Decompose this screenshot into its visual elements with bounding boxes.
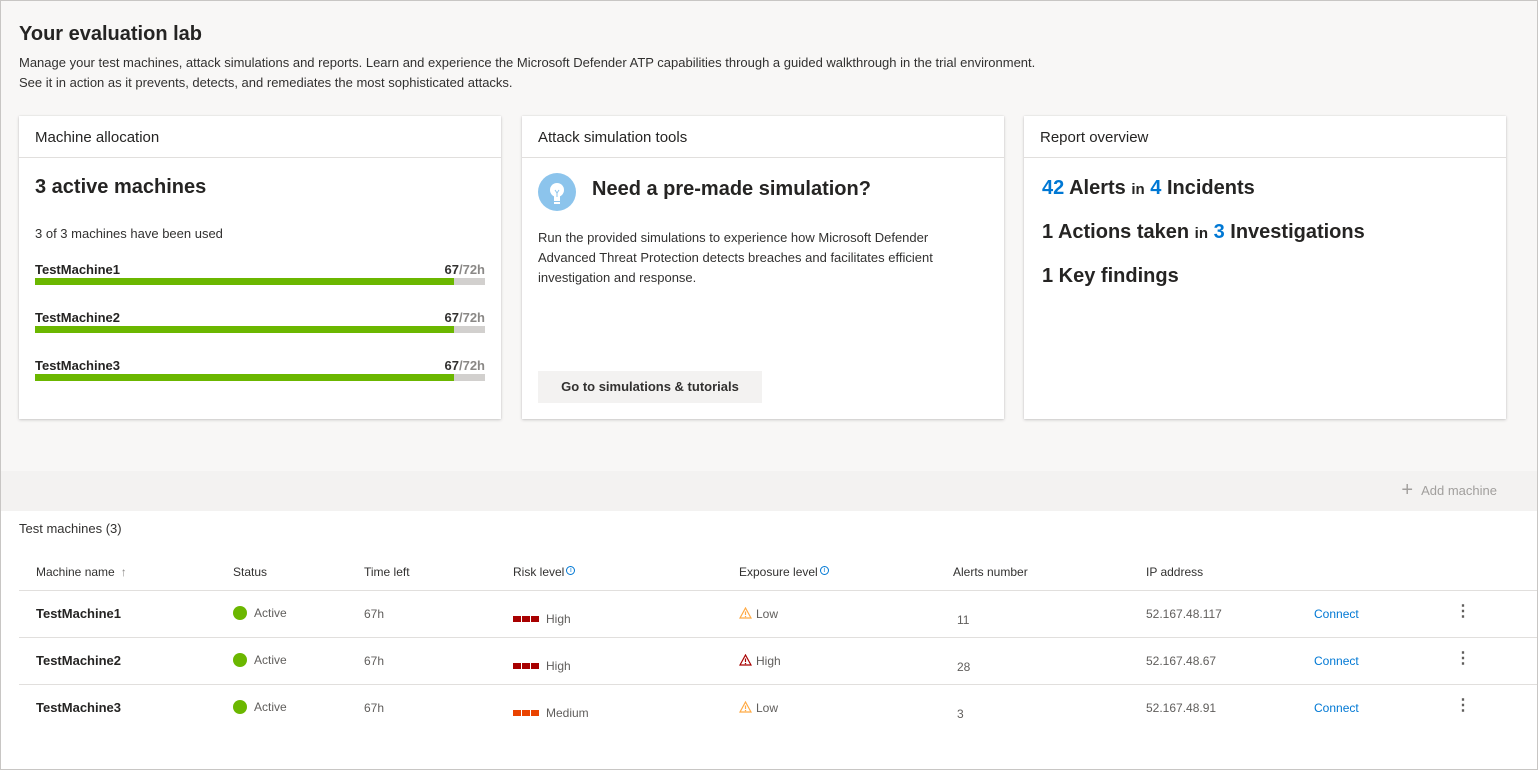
- machine-allocation-card: Machine allocation 3 active machines 3 o…: [19, 116, 501, 419]
- machine-name: TestMachine2: [35, 310, 121, 325]
- risk-level-cell: High: [513, 611, 571, 626]
- exposure-level-cell: Low: [738, 606, 778, 622]
- plus-icon: +: [1401, 479, 1414, 501]
- machine-name: TestMachine3: [35, 358, 121, 373]
- test-machines-title: Test machines (3): [19, 521, 122, 536]
- time-left-cell: 67h: [364, 654, 385, 668]
- card-title: Attack simulation tools: [522, 116, 1004, 158]
- overview-area: Your evaluation lab Manage your test mac…: [1, 1, 1537, 471]
- risk-level-cell: High: [513, 658, 571, 673]
- status-cell: Active: [233, 700, 287, 714]
- incidents-count[interactable]: 4: [1150, 177, 1161, 199]
- table-toolbar: + Add machine: [1, 471, 1537, 511]
- alerts-number-cell: 3: [957, 707, 964, 721]
- status-active-icon: [233, 653, 247, 667]
- machine-name-cell[interactable]: TestMachine3: [36, 700, 121, 715]
- description-line: Manage your test machines, attack simula…: [19, 55, 1036, 70]
- warning-icon: [738, 700, 753, 716]
- description-line: See it in action as it prevents, detects…: [19, 75, 513, 90]
- table-row[interactable]: TestMachine3 Active 67h Medium Low 3 52.…: [19, 685, 1537, 732]
- exposure-level-cell: Low: [738, 700, 778, 716]
- status-active-icon: [233, 700, 247, 714]
- machine-name-cell[interactable]: TestMachine1: [36, 606, 121, 621]
- connect-link[interactable]: Connect: [1314, 654, 1359, 668]
- more-actions-icon[interactable]: ⋮: [1455, 601, 1471, 621]
- column-time-left[interactable]: Time left: [364, 565, 410, 579]
- usage-bar-fill: [35, 326, 454, 333]
- machine-allocation-row: TestMachine1 67/72h: [35, 262, 485, 292]
- warning-icon: [738, 653, 753, 669]
- lightbulb-icon: [538, 173, 576, 211]
- go-to-simulations-button[interactable]: Go to simulations & tutorials: [538, 371, 762, 403]
- usage-bar: [35, 326, 485, 333]
- table-row[interactable]: TestMachine2 Active 67h High High 28 52.…: [19, 638, 1537, 685]
- machine-hours: 67/72h: [444, 262, 485, 277]
- connect-link[interactable]: Connect: [1314, 701, 1359, 715]
- machines-used-text: 3 of 3 machines have been used: [35, 226, 223, 241]
- column-risk-level[interactable]: Risk level i: [513, 565, 576, 579]
- exposure-level-cell: High: [738, 653, 781, 669]
- more-actions-icon[interactable]: ⋮: [1455, 695, 1471, 715]
- usage-bar: [35, 278, 485, 285]
- machine-hours: 67/72h: [444, 310, 485, 325]
- page-title: Your evaluation lab: [19, 23, 202, 45]
- status-cell: Active: [233, 606, 287, 620]
- page-description: Manage your test machines, attack simula…: [19, 53, 1219, 93]
- risk-level-icon: [513, 611, 540, 625]
- table-row[interactable]: TestMachine1 Active 67h High Low 11 52.1…: [19, 591, 1537, 638]
- column-machine-name[interactable]: Machine name ↑: [36, 565, 127, 579]
- actions-count: 1: [1042, 221, 1054, 243]
- evaluation-lab-page: Your evaluation lab Manage your test mac…: [0, 0, 1538, 770]
- risk-level-cell: Medium: [513, 705, 589, 720]
- risk-level-icon: [513, 705, 540, 719]
- ip-address-cell: 52.167.48.117: [1146, 607, 1222, 621]
- column-ip-address[interactable]: IP address: [1146, 565, 1203, 579]
- machine-allocation-row: TestMachine3 67/72h: [35, 358, 485, 388]
- usage-bar-fill: [35, 278, 454, 285]
- machine-allocation-row: TestMachine2 67/72h: [35, 310, 485, 340]
- risk-level-icon: [513, 658, 540, 672]
- usage-bar: [35, 374, 485, 381]
- simulation-heading: Need a pre-made simulation?: [592, 178, 871, 200]
- alerts-count[interactable]: 42: [1042, 177, 1064, 199]
- status-cell: Active: [233, 653, 287, 667]
- add-machine-button[interactable]: + Add machine: [1401, 479, 1497, 501]
- alerts-number-cell: 28: [957, 660, 971, 674]
- machine-name-cell[interactable]: TestMachine2: [36, 653, 121, 668]
- actions-summary: 1 Actions taken in 3 Investigations: [1042, 221, 1365, 243]
- info-icon[interactable]: i: [819, 566, 829, 575]
- usage-bar-fill: [35, 374, 454, 381]
- card-title: Machine allocation: [19, 116, 501, 158]
- simulation-description: Run the provided simulations to experien…: [538, 230, 933, 285]
- column-exposure-level[interactable]: Exposure level i: [739, 565, 829, 579]
- machine-hours: 67/72h: [444, 358, 485, 373]
- more-actions-icon[interactable]: ⋮: [1455, 648, 1471, 668]
- info-icon[interactable]: i: [566, 566, 576, 575]
- ip-address-cell: 52.167.48.91: [1146, 701, 1217, 715]
- attack-simulation-card: Attack simulation tools Need a pre-made …: [522, 116, 1004, 419]
- report-overview-card: Report overview 42 Alerts in 4 Incidents…: [1024, 116, 1506, 419]
- status-active-icon: [233, 606, 247, 620]
- time-left-cell: 67h: [364, 607, 385, 621]
- test-machines-table: Machine name ↑ Status Time left Risk leve…: [19, 556, 1537, 732]
- time-left-cell: 67h: [364, 701, 385, 715]
- alerts-number-cell: 11: [957, 613, 970, 627]
- key-findings: 1 Key findings: [1042, 265, 1179, 287]
- table-header: Machine name ↑ Status Time left Risk leve…: [19, 556, 1537, 591]
- sort-ascending-icon: ↑: [120, 565, 127, 579]
- connect-link[interactable]: Connect: [1314, 607, 1359, 621]
- warning-icon: [738, 606, 753, 622]
- active-machines-count: 3 active machines: [35, 176, 207, 198]
- column-status[interactable]: Status: [233, 565, 267, 579]
- alerts-summary: 42 Alerts in 4 Incidents: [1042, 177, 1255, 199]
- machine-name: TestMachine1: [35, 262, 121, 277]
- ip-address-cell: 52.167.48.67: [1146, 654, 1217, 668]
- column-alerts-number[interactable]: Alerts number: [953, 565, 1028, 579]
- investigations-count[interactable]: 3: [1214, 221, 1225, 243]
- card-title: Report overview: [1024, 116, 1506, 158]
